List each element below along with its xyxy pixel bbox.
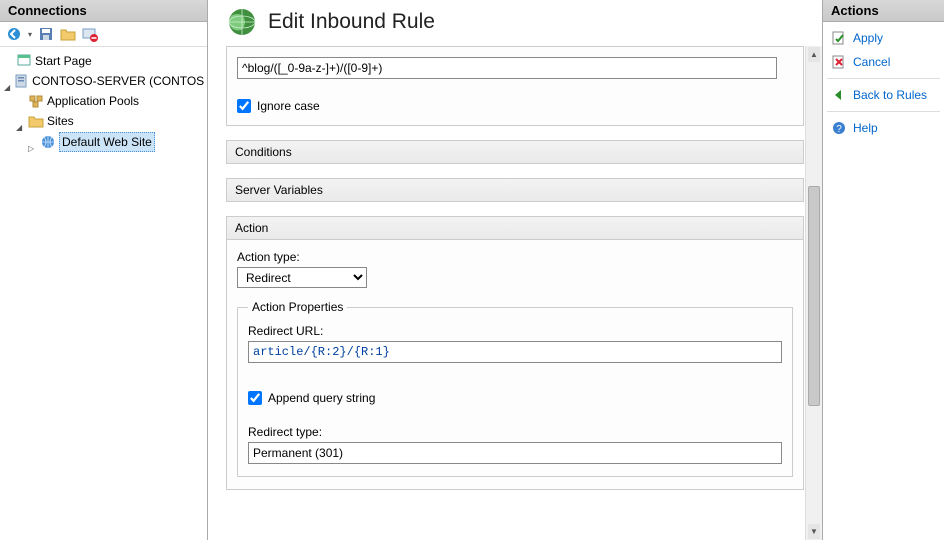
tree-label-selected: Default Web Site: [59, 132, 155, 152]
pattern-input[interactable]: [237, 57, 777, 79]
action-type-label: Action type:: [237, 250, 793, 264]
redirect-url-input[interactable]: [248, 341, 782, 363]
server-vars-group: Server Variables: [226, 178, 804, 202]
separator: [827, 78, 940, 79]
expand-icon[interactable]: [4, 77, 10, 86]
tree-label: Start Page: [35, 52, 92, 70]
scrollbar[interactable]: ▲ ▼: [805, 46, 822, 540]
form-body: Ignore case Conditions Server Variables …: [208, 46, 822, 540]
svg-text:?: ?: [836, 124, 842, 135]
apply-label: Apply: [853, 31, 883, 45]
apply-icon: [831, 30, 847, 46]
connections-toolbar: ▾: [0, 22, 207, 47]
conditions-header[interactable]: Conditions: [226, 140, 804, 164]
server-vars-header[interactable]: Server Variables: [226, 178, 804, 202]
redirect-type-label: Redirect type:: [248, 425, 782, 439]
globe-icon: [40, 134, 56, 150]
action-properties-legend: Action Properties: [248, 300, 347, 314]
start-page-icon: [16, 53, 32, 69]
scroll-thumb[interactable]: [808, 186, 820, 406]
tree-label: Application Pools: [47, 92, 139, 110]
globe-large-icon: [226, 6, 258, 38]
separator: [827, 111, 940, 112]
cancel-label: Cancel: [853, 55, 890, 69]
actions-header: Actions: [823, 0, 944, 22]
ignore-case-row[interactable]: Ignore case: [237, 99, 793, 113]
action-type-select[interactable]: Redirect: [237, 267, 367, 288]
action-header[interactable]: Action: [226, 216, 804, 240]
connections-tree: Start Page CONTOSO-SERVER (CONTOS Applic…: [0, 47, 207, 157]
tree-start-page[interactable]: Start Page: [14, 51, 205, 71]
action-properties-fieldset: Action Properties Redirect URL: Append q…: [237, 300, 793, 477]
cancel-link[interactable]: Cancel: [827, 52, 940, 72]
tree-server[interactable]: CONTOSO-SERVER (CONTOS: [2, 71, 205, 91]
help-link[interactable]: ? Help: [827, 118, 940, 138]
actions-list: Apply Cancel Back to Rules ? Help: [823, 22, 944, 144]
apply-link[interactable]: Apply: [827, 28, 940, 48]
app-pools-icon: [28, 93, 44, 109]
scroll-up-icon[interactable]: ▲: [808, 47, 820, 62]
help-label: Help: [853, 121, 878, 135]
redirect-url-label: Redirect URL:: [248, 324, 782, 338]
tree-label: CONTOSO-SERVER (CONTOS: [32, 72, 204, 90]
help-icon: ?: [831, 120, 847, 136]
folder-icon[interactable]: [60, 26, 76, 42]
cancel-icon: [831, 54, 847, 70]
back-icon[interactable]: [6, 26, 22, 42]
tree-app-pools[interactable]: Application Pools: [26, 91, 205, 111]
pattern-group: Ignore case: [226, 46, 804, 126]
actions-panel: Actions Apply Cancel Back to Rules ? Hel…: [822, 0, 944, 540]
tree-default-site[interactable]: Default Web Site: [26, 131, 205, 153]
page-header: Edit Inbound Rule: [208, 0, 822, 46]
action-body: Action type: Redirect Action Properties …: [226, 240, 804, 490]
scroll-down-icon[interactable]: ▼: [808, 524, 820, 539]
dropdown-icon[interactable]: ▾: [28, 30, 32, 39]
tree-label: Sites: [47, 112, 74, 130]
conditions-group: Conditions: [226, 140, 804, 164]
page-title: Edit Inbound Rule: [268, 10, 435, 34]
save-icon[interactable]: [38, 26, 54, 42]
expand-icon[interactable]: [28, 138, 37, 147]
ignore-case-checkbox[interactable]: [237, 99, 251, 113]
append-qs-label: Append query string: [268, 391, 375, 405]
back-label: Back to Rules: [853, 88, 927, 102]
server-stop-icon[interactable]: [82, 26, 98, 42]
tree-sites[interactable]: Sites: [14, 111, 205, 131]
connections-header: Connections: [0, 0, 207, 22]
connections-panel: Connections ▾ Start Page CONTOSO-SERVER …: [0, 0, 208, 540]
sites-folder-icon: [28, 113, 44, 129]
action-group: Action Action type: Redirect Action Prop…: [226, 216, 804, 490]
redirect-type-input[interactable]: [248, 442, 782, 464]
server-icon: [13, 73, 29, 89]
expand-icon[interactable]: [16, 117, 25, 126]
back-arrow-icon: [831, 87, 847, 103]
back-link[interactable]: Back to Rules: [827, 85, 940, 105]
append-qs-checkbox[interactable]: [248, 391, 262, 405]
main-panel: Edit Inbound Rule Ignore case Conditions…: [208, 0, 822, 540]
ignore-case-label: Ignore case: [257, 99, 320, 113]
